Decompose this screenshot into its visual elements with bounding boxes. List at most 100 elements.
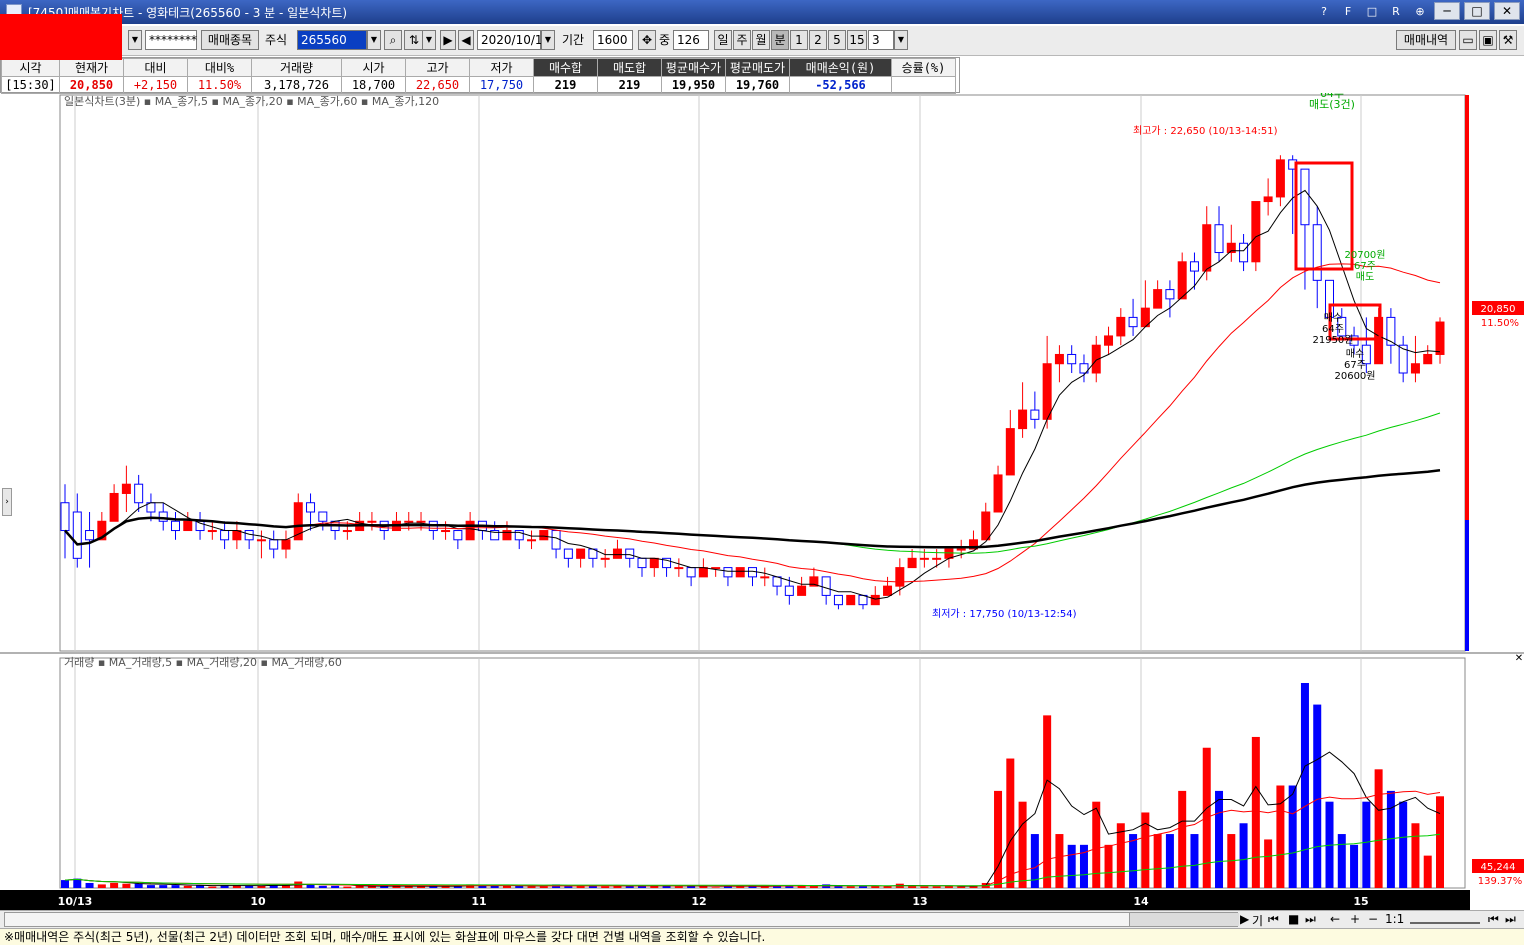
candle-body — [306, 502, 316, 513]
candle-body — [85, 530, 95, 541]
candle-body — [1005, 428, 1015, 476]
buy-qty-2: 67주 — [1344, 360, 1366, 371]
minute-input[interactable]: 3 — [868, 30, 894, 50]
summary-table: 시각 현재가 대비 대비% 거래량 시가 고가 저가 매수합 매도합 평균매수가 평균매도가 매매손익(… — [0, 57, 960, 94]
volume-pct-tag: 139.37% — [1478, 876, 1523, 887]
last-page-icon[interactable]: ⏭ — [1505, 912, 1516, 927]
crosshair-icon[interactable]: ✥ — [638, 30, 656, 50]
info-header-0: 시각 — [1, 58, 60, 77]
date-input[interactable]: 2020/10/13 — [477, 30, 550, 50]
candle-body — [244, 530, 254, 541]
info-header-9: 매도합 — [597, 58, 662, 77]
candle-body — [981, 511, 991, 541]
info-header-11: 평균매도가 — [725, 58, 790, 77]
trade-item-button[interactable]: 매매종목 — [201, 30, 259, 50]
info-header-1: 현재가 — [59, 58, 124, 77]
volume-bar — [601, 886, 610, 888]
font-icon[interactable]: F — [1338, 2, 1358, 20]
chart-svg[interactable]: 20,850 11.50% 45,244 139.37% 10/13 10 11 12 13 14… — [0, 87, 1524, 910]
buy-qty-1: 64주 — [1322, 324, 1344, 335]
candle-body — [183, 520, 193, 532]
candle-body — [1042, 363, 1052, 420]
sell-price-2: 20700원 — [1344, 249, 1385, 261]
volume-bar — [367, 886, 376, 888]
volume-bar — [1190, 834, 1199, 888]
code-dropdown-icon[interactable]: ▼ — [367, 30, 381, 50]
candle-body — [760, 576, 770, 579]
candle-body — [576, 548, 586, 559]
interval-5[interactable]: 5 — [828, 30, 846, 50]
interval-2[interactable]: 2 — [809, 30, 827, 50]
candle-body — [416, 520, 426, 523]
refresh-icon[interactable]: R — [1386, 2, 1406, 20]
rewind-icon[interactable]: ⏮ — [1268, 912, 1279, 927]
date-dropdown-icon[interactable]: ▼ — [541, 30, 555, 50]
info-header-8: 매수합 — [533, 58, 598, 77]
frame-icon[interactable]: □ — [1362, 2, 1382, 20]
chart-area[interactable]: 20,850 11.50% 45,244 139.37% 10/13 10 11 12 13 14… — [0, 87, 1524, 910]
save-icon[interactable]: ▣ — [1479, 30, 1497, 50]
zoom-out-icon[interactable]: − — [1368, 912, 1378, 926]
interval-minute[interactable]: 분 — [771, 30, 789, 50]
info-header-5: 시가 — [341, 58, 406, 77]
first-page-icon[interactable]: ⏮ — [1488, 912, 1499, 927]
wrench-icon[interactable]: ⚒ — [1499, 30, 1517, 50]
ctrl-label[interactable]: 기 — [1252, 912, 1263, 929]
code-input[interactable]: 265560 — [297, 30, 367, 50]
zoom-slider[interactable] — [1410, 914, 1480, 924]
title-bar: [7450]매매복기차트 - 영화테크(265560 - 3 분 - 일본식차트… — [0, 0, 1524, 24]
next-icon[interactable]: ▶ — [440, 30, 456, 50]
interval-week[interactable]: 주 — [733, 30, 751, 50]
volume-bar — [1153, 834, 1162, 888]
volume-bar — [1055, 834, 1064, 888]
mid-label: 중 — [659, 33, 671, 47]
asset-type-label[interactable]: 주식 — [265, 30, 287, 50]
maximize-button[interactable]: □ — [1464, 2, 1490, 20]
close-button[interactable]: ✕ — [1494, 2, 1520, 20]
candle-body — [821, 576, 831, 596]
scroll-thumb[interactable] — [1129, 913, 1239, 926]
volume-bar — [159, 885, 168, 888]
zoom-in-icon[interactable]: + — [1350, 912, 1360, 926]
sort-icon[interactable]: ⇅ — [404, 30, 424, 50]
back-icon[interactable]: ← — [1330, 912, 1340, 926]
candle-body — [919, 557, 929, 560]
candle-body — [625, 548, 635, 559]
volume-bar — [1399, 801, 1408, 888]
candle-body — [1128, 316, 1138, 328]
sort-dropdown-icon[interactable]: ▼ — [422, 30, 436, 50]
password-field[interactable]: ******** — [145, 30, 197, 50]
stop-icon[interactable]: ■ — [1288, 912, 1299, 926]
volume-bar — [1313, 704, 1322, 888]
x-tick-5: 14 — [1133, 895, 1149, 908]
volume-bar — [245, 885, 254, 888]
pin-icon[interactable]: ⊕ — [1410, 2, 1430, 20]
candle-body — [1165, 289, 1175, 300]
folder-icon[interactable]: ▭ — [1459, 30, 1477, 50]
candle-body — [907, 557, 917, 569]
interval-15[interactable]: 15 — [847, 30, 867, 50]
minute-dropdown-icon[interactable]: ▼ — [894, 30, 908, 50]
period-input[interactable]: 1600 — [593, 30, 633, 50]
forward-icon[interactable]: ⏭ — [1305, 912, 1316, 927]
panel-expand-icon[interactable]: › — [2, 488, 12, 516]
ratio-button[interactable]: 1:1 — [1385, 912, 1404, 926]
interval-1[interactable]: 1 — [790, 30, 808, 50]
volume-bar — [932, 886, 941, 888]
candle-body — [858, 594, 868, 606]
search-icon[interactable]: ⌕ — [384, 30, 402, 50]
scroll-right-icon[interactable]: ▶ — [1240, 912, 1249, 926]
x-tick-1: 10 — [250, 895, 266, 908]
right-axis-red — [1465, 95, 1469, 520]
interval-day[interactable]: 일 — [714, 30, 732, 50]
account-dropdown-icon[interactable]: ▼ — [128, 30, 142, 50]
help-icon[interactable]: ? — [1314, 2, 1334, 20]
horizontal-scrollbar[interactable] — [4, 912, 1239, 927]
mid-input[interactable]: 126 — [673, 30, 709, 50]
minimize-button[interactable]: ─ — [1434, 2, 1460, 20]
candle-body — [60, 502, 70, 532]
candle-body — [870, 594, 880, 606]
history-button[interactable]: 매매내역 — [1396, 30, 1456, 50]
prev-icon[interactable]: ◀ — [458, 30, 474, 50]
interval-month[interactable]: 월 — [752, 30, 770, 50]
